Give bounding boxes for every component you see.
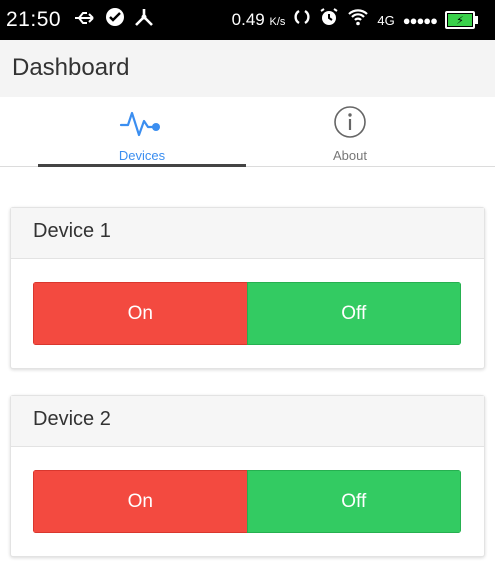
app-bar: Dashboard bbox=[0, 40, 495, 97]
network-speed-unit: K/s bbox=[269, 16, 286, 28]
device-title: Device 1 bbox=[33, 220, 111, 242]
wifi-icon bbox=[347, 8, 369, 32]
tab-about[interactable]: About bbox=[246, 97, 454, 166]
device-toggle-group: On Off bbox=[33, 470, 461, 533]
device-1-on-button[interactable]: On bbox=[33, 282, 247, 345]
device-card: Device 1 On Off bbox=[10, 207, 485, 369]
page-title: Dashboard bbox=[12, 54, 130, 81]
check-circle-icon bbox=[105, 7, 125, 33]
tab-about-label: About bbox=[333, 148, 367, 163]
device-toggle-group: On Off bbox=[33, 282, 461, 345]
card-header: Device 1 bbox=[11, 208, 484, 259]
device-2-off-button[interactable]: Off bbox=[246, 470, 461, 533]
usb-icon bbox=[73, 8, 97, 32]
sync-icon bbox=[293, 8, 311, 32]
alarm-icon bbox=[319, 7, 339, 33]
network-speed: 0.49 bbox=[231, 10, 265, 29]
tab-bar: Devices About bbox=[0, 97, 495, 167]
device-1-off-button[interactable]: Off bbox=[246, 282, 461, 345]
status-bar: 21:50 0.49 K/s 4G ●●●●● ⚡ bbox=[0, 0, 495, 40]
battery-charging-icon: ⚡ bbox=[445, 11, 478, 29]
device-2-on-button[interactable]: On bbox=[33, 470, 247, 533]
tab-devices-label: Devices bbox=[118, 148, 166, 163]
tethering-icon bbox=[133, 7, 155, 33]
device-title: Device 2 bbox=[33, 408, 111, 430]
network-type: 4G bbox=[377, 12, 395, 28]
tab-devices[interactable]: Devices bbox=[38, 97, 246, 166]
device-card: Device 2 On Off bbox=[10, 395, 485, 557]
active-tab-indicator bbox=[38, 164, 246, 167]
info-icon bbox=[332, 97, 368, 144]
signal-strength: ●●●●● bbox=[402, 12, 438, 28]
status-time: 21:50 bbox=[6, 8, 62, 31]
pulse-icon bbox=[119, 97, 165, 144]
card-header: Device 2 bbox=[11, 396, 484, 447]
